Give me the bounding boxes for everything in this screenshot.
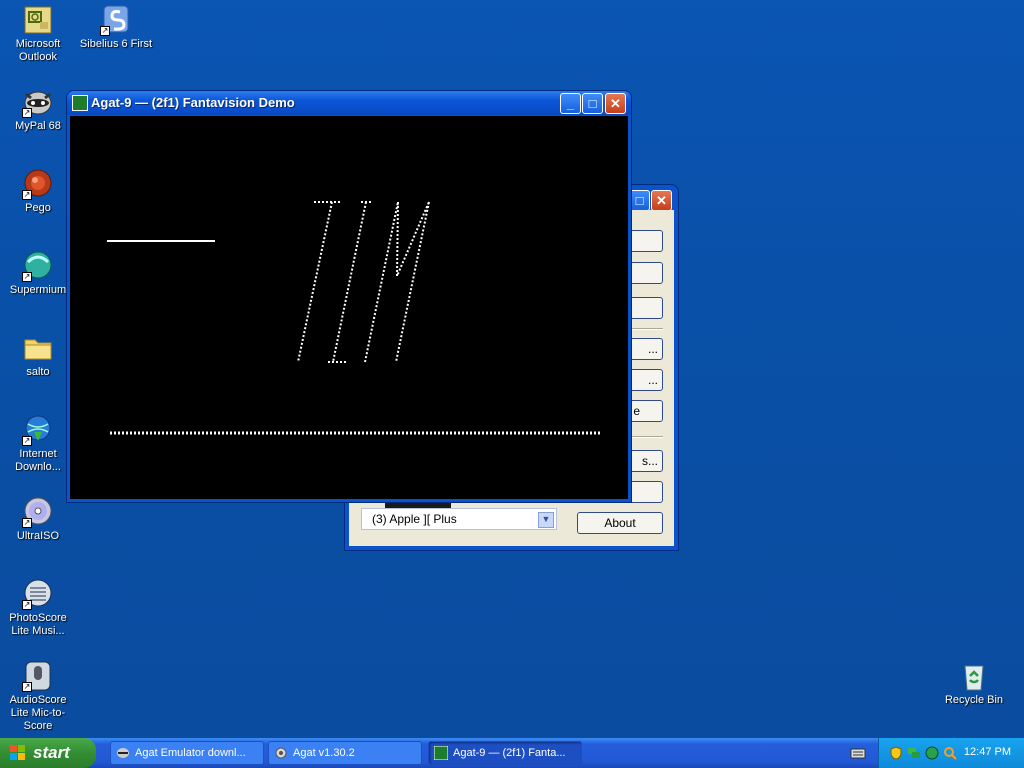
keyboard-language-icon[interactable]	[850, 746, 866, 765]
close-button[interactable]: ✕	[651, 190, 672, 211]
title-bar[interactable]: Agat-9 — (2f1) Fantavision Demo _ □ ✕	[67, 91, 631, 115]
desktop-icon-mypal[interactable]: ↗ MyPal 68	[0, 86, 76, 133]
shortcut-arrow-icon: ↗	[22, 108, 32, 118]
taskbar-item-label: Agat v1.30.2	[293, 747, 355, 759]
desktop-icon-outlook[interactable]: Microsoft Outlook	[0, 4, 76, 64]
screen-drawing-tim	[297, 201, 430, 363]
raccoon-browser-icon	[116, 746, 130, 760]
shortcut-arrow-icon: ↗	[22, 600, 32, 610]
shortcut-arrow-icon: ↗	[22, 682, 32, 692]
desktop-icon-pego[interactable]: ↗ Pego	[0, 168, 76, 215]
internet-download-icon: ↗	[22, 414, 54, 446]
start-button[interactable]: start	[0, 738, 96, 768]
desktop-icon-supermium[interactable]: ↗ Supermium	[0, 250, 76, 297]
windows-logo-icon	[10, 745, 25, 760]
shortcut-arrow-icon: ↗	[22, 272, 32, 282]
taskbar-item-agat-emulator-download[interactable]: Agat Emulator downl...	[110, 741, 264, 765]
shortcut-arrow-icon: ↗	[100, 26, 110, 36]
about-button[interactable]: About	[577, 512, 663, 534]
taskbar-item-agat-v1302[interactable]: Agat v1.30.2	[268, 741, 422, 765]
desktop-icon-label: salto	[26, 366, 50, 378]
maximize-button[interactable]: □	[629, 190, 650, 211]
pego-icon: ↗	[22, 168, 54, 200]
desktop-icon-label: Microsoft Outlook	[15, 38, 61, 63]
network-icon[interactable]	[907, 746, 921, 765]
desktop-icon-photoscore[interactable]: ↗ PhotoScore Lite Musi...	[0, 578, 76, 638]
desktop: Microsoft Outlook ↗ Sibelius 6 First ↗ M…	[0, 0, 1024, 738]
audioscore-icon: ↗	[22, 660, 54, 692]
maximize-button[interactable]: □	[582, 93, 603, 114]
taskbar-item-agat-9-fantavision[interactable]: Agat-9 — (2f1) Fanta...	[428, 741, 582, 765]
window-title: Agat-9 — (2f1) Fantavision Demo	[91, 95, 295, 110]
desktop-icon-internet-download[interactable]: ↗ Internet Downlo...	[0, 414, 76, 474]
clock[interactable]: 12:47 PM	[964, 746, 1011, 758]
desktop-icon-label: Recycle Bin	[944, 694, 1004, 706]
emulator-screen[interactable]	[70, 116, 628, 499]
folder-icon	[22, 332, 54, 364]
mypal-raccoon-icon: ↗	[22, 86, 54, 118]
close-button[interactable]: ✕	[605, 93, 626, 114]
photoscore-icon: ↗	[22, 578, 54, 610]
desktop-icon-audioscore[interactable]: ↗ AudioScore Lite Mic-to-Score	[0, 660, 76, 733]
taskbar: start Agat Emulator downl... Agat v1.30.…	[0, 738, 1024, 768]
desktop-icon-sibelius[interactable]: ↗ Sibelius 6 First	[78, 4, 154, 51]
taskbar-item-label: Agat Emulator downl...	[135, 747, 246, 759]
desktop-icon-label: Supermium	[9, 284, 67, 296]
system-tray: 12:47 PM	[878, 738, 1024, 768]
shortcut-arrow-icon: ↗	[22, 518, 32, 528]
fantavision-graphics	[107, 201, 600, 435]
globe-icon[interactable]	[925, 746, 939, 765]
desktop-icon-label: Sibelius 6 First	[79, 38, 153, 50]
sibelius-icon: ↗	[100, 4, 132, 36]
desktop-icon-ultraiso[interactable]: ↗ UltraISO	[0, 496, 76, 543]
machine-select[interactable]: (3) Apple ][ Plus ▼	[361, 508, 557, 530]
desktop-icon-label: Internet Downlo...	[15, 448, 61, 473]
shortcut-arrow-icon: ↗	[22, 436, 32, 446]
agat-app-icon	[433, 745, 449, 761]
desktop-icon-label: Pego	[25, 202, 51, 214]
taskbar-item-label: Agat-9 — (2f1) Fanta...	[453, 747, 566, 759]
shield-icon[interactable]	[889, 746, 903, 765]
start-label: start	[33, 743, 70, 762]
gear-icon	[274, 746, 288, 760]
supermium-icon: ↗	[22, 250, 54, 282]
desktop-icon-label: AudioScore Lite Mic-to-Score	[9, 694, 67, 732]
machine-select-value: (3) Apple ][ Plus	[372, 512, 457, 526]
desktop-icon-salto[interactable]: salto	[0, 332, 76, 379]
agat-emulator-window: Agat-9 — (2f1) Fantavision Demo _ □ ✕	[67, 91, 631, 502]
desktop-icon-label: UltraISO	[16, 530, 60, 542]
minimize-button[interactable]: _	[560, 93, 581, 114]
shortcut-arrow-icon: ↗	[22, 190, 32, 200]
recycle-bin-icon	[958, 660, 990, 692]
search-icon[interactable]	[943, 746, 957, 765]
desktop-icon-label: MyPal 68	[15, 120, 61, 132]
agat-app-icon	[72, 95, 88, 111]
desktop-icon-label: PhotoScore Lite Musi...	[9, 612, 67, 637]
outlook-icon	[22, 4, 54, 36]
chevron-down-icon[interactable]: ▼	[538, 512, 554, 528]
disc-icon: ↗	[22, 496, 54, 528]
desktop-icon-recycle-bin[interactable]: Recycle Bin	[936, 660, 1012, 707]
